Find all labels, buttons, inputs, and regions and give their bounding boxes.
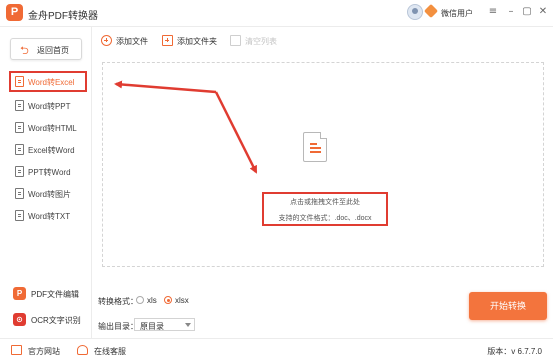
- sidebar-item-word-to-html[interactable]: Word转HTML: [9, 117, 87, 138]
- monitor-icon: [11, 345, 22, 355]
- sidebar-item-label: Word转HTML: [28, 124, 77, 133]
- document-icon: [15, 210, 24, 221]
- sidebar-item-word-to-txt[interactable]: Word转TXT: [9, 205, 87, 226]
- sidebar-item-word-to-excel[interactable]: Word转Excel: [9, 71, 87, 92]
- drop-hint-box[interactable]: 点击或拖拽文件至此处 支持的文件格式：.doc、.docx: [262, 192, 388, 226]
- status-bar: 官方网站 在线客服 版本：v 6.7.7.0: [0, 338, 553, 360]
- app-logo-icon: P: [6, 4, 23, 21]
- format-option-xlsx[interactable]: xlsx: [175, 296, 189, 305]
- add-folder-label: 添加文件夹: [177, 37, 217, 46]
- output-dir-label: 输出目录：: [98, 322, 138, 331]
- sidebar-item-excel-to-word[interactable]: Excel转Word: [9, 139, 87, 160]
- pdf-edit-button[interactable]: P PDF文件编辑: [9, 284, 85, 304]
- document-icon: [15, 76, 24, 87]
- user-name[interactable]: 微信用户: [441, 8, 473, 19]
- sidebar-item-label: Word转Excel: [28, 78, 75, 87]
- sidebar-item-label: PPT转Word: [28, 168, 71, 177]
- close-button[interactable]: ✕: [536, 4, 550, 20]
- sidebar-item-label: Word转PPT: [28, 102, 71, 111]
- format-label: 转换格式：: [98, 297, 138, 306]
- sidebar-item-label: Word转TXT: [28, 212, 71, 221]
- back-arrow-icon: ⮌: [20, 44, 29, 57]
- format-radio-xlsx[interactable]: [164, 296, 172, 304]
- sidebar-item-label: Word转图片: [28, 190, 71, 199]
- format-radio-xls[interactable]: [136, 296, 144, 304]
- toolbar: 添加文件 添加文件夹 清空列表: [93, 27, 553, 54]
- start-convert-button[interactable]: 开始转换: [469, 292, 547, 320]
- clear-list-button[interactable]: 清空列表: [230, 34, 285, 48]
- add-file-icon: [101, 35, 112, 46]
- menu-icon[interactable]: ≡: [486, 4, 500, 20]
- sidebar-item-label: Excel转Word: [28, 146, 75, 155]
- official-website-label: 官方网站: [28, 347, 60, 356]
- back-home-button[interactable]: ⮌ 返回首页: [10, 38, 82, 60]
- version-text: 版本：v 6.7.7.0: [487, 347, 542, 356]
- sidebar: ⮌ 返回首页 Word转Excel Word转PPT Word转HTML Exc…: [0, 27, 92, 338]
- file-line: [310, 147, 321, 149]
- pdf-edit-icon: P: [13, 287, 26, 300]
- vip-icon[interactable]: [423, 3, 439, 19]
- pdf-edit-label: PDF文件编辑: [31, 290, 79, 299]
- file-fold: [320, 132, 327, 139]
- clear-list-label: 清空列表: [245, 37, 277, 46]
- ocr-icon: ⊙: [13, 313, 26, 326]
- online-support-label: 在线客服: [94, 347, 126, 356]
- document-icon: [15, 122, 24, 133]
- sidebar-item-ppt-to-word[interactable]: PPT转Word: [9, 161, 87, 182]
- file-line: [310, 151, 321, 153]
- sidebar-item-word-to-ppt[interactable]: Word转PPT: [9, 95, 87, 116]
- chevron-down-icon: [185, 323, 191, 327]
- add-file-label: 添加文件: [116, 37, 148, 46]
- title-bar: P 金舟PDF转换器 微信用户 ≡ – ▢ ✕: [0, 0, 553, 27]
- document-icon: [15, 100, 24, 111]
- ocr-label: OCR文字识别: [31, 316, 81, 325]
- online-support-link[interactable]: 在线客服: [77, 345, 137, 357]
- file-drop-zone[interactable]: [102, 62, 544, 267]
- document-icon: [15, 166, 24, 177]
- restore-button[interactable]: ▢: [520, 4, 534, 20]
- minimize-button[interactable]: –: [504, 4, 518, 20]
- back-home-label: 返回首页: [37, 46, 69, 55]
- add-folder-icon: [162, 35, 173, 46]
- official-website-link[interactable]: 官方网站: [11, 345, 71, 357]
- supported-formats-text: 支持的文件格式：.doc、.docx: [278, 215, 372, 222]
- ocr-button[interactable]: ⊙ OCR文字识别: [9, 310, 85, 330]
- document-icon: [15, 144, 24, 155]
- person-icon: [77, 345, 88, 355]
- format-option-xls[interactable]: xls: [147, 296, 157, 305]
- file-line: [310, 143, 317, 145]
- add-file-button[interactable]: 添加文件: [101, 34, 159, 48]
- drop-hint-text: 点击或拖拽文件至此处: [290, 199, 360, 206]
- sidebar-item-word-to-image[interactable]: Word转图片: [9, 183, 87, 204]
- output-dir-select[interactable]: 原目录: [134, 318, 195, 331]
- file-icon: [303, 132, 327, 162]
- image-icon: [15, 188, 24, 199]
- output-dir-value: 原目录: [140, 322, 164, 331]
- user-avatar[interactable]: [407, 4, 423, 20]
- add-folder-button[interactable]: 添加文件夹: [162, 34, 224, 48]
- clear-list-icon: [230, 35, 241, 46]
- app-title: 金舟PDF转换器: [28, 11, 98, 22]
